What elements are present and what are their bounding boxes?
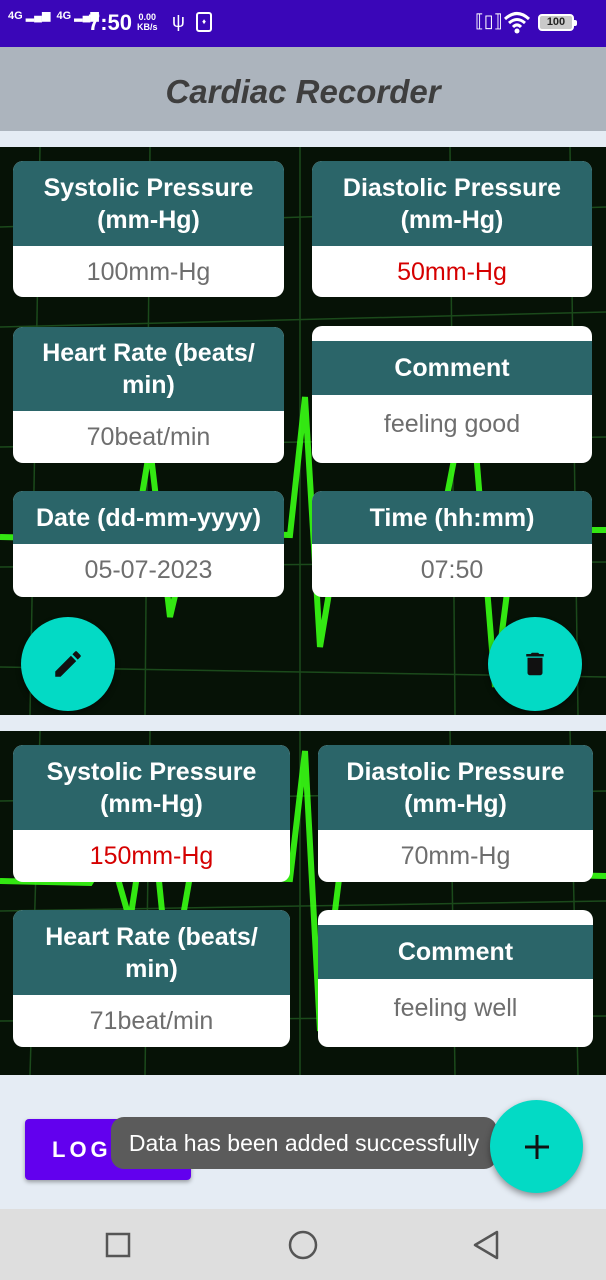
record-card-2[interactable]: Systolic Pressure (mm-Hg) 150mm-Hg Diast…: [0, 731, 606, 1075]
wifi-icon: [503, 12, 531, 34]
circle-icon: [288, 1230, 318, 1259]
signal-icon: ▂▄▆: [25, 10, 51, 22]
speed-value: 0.00: [138, 12, 157, 22]
network-type-2: 4G: [56, 10, 72, 22]
diastolic-value: 70mm-Hg: [400, 842, 511, 870]
time-value: 07:50: [420, 556, 484, 584]
systolic-card: Systolic Pressure (mm-Hg) 150mm-Hg: [13, 745, 290, 882]
back-button[interactable]: [446, 1209, 526, 1280]
comment-card: Comment feeling well: [318, 910, 593, 1047]
notification-app-icon: ♦: [196, 12, 212, 32]
status-time: 7:50: [88, 10, 133, 35]
date-card: Date (dd-mm-yyyy) 05-07-2023: [13, 491, 284, 597]
triangle-back-icon: [473, 1230, 499, 1259]
edit-button[interactable]: [21, 617, 115, 711]
system-nav-bar: [0, 1209, 606, 1280]
comment-label: Comment: [312, 341, 592, 395]
date-value: 05-07-2023: [84, 556, 213, 584]
heart-rate-card: Heart Rate (beats/ min) 71beat/min: [13, 910, 290, 1047]
speed-unit: KB/s: [137, 22, 158, 32]
plus-icon: [524, 1134, 549, 1159]
network-type-1: 4G: [8, 10, 23, 22]
time-card: Time (hh:mm) 07:50: [312, 491, 592, 597]
delete-button[interactable]: [488, 617, 582, 711]
network-speed: 0.00 KB/s: [137, 12, 158, 32]
comment-value: feeling well: [393, 994, 518, 1022]
diastolic-card: Diastolic Pressure (mm-Hg) 50mm-Hg: [312, 161, 592, 297]
app-bar: Cardiac Recorder: [0, 47, 606, 131]
systolic-value: 150mm-Hg: [89, 842, 214, 870]
systolic-label: Systolic Pressure (mm-Hg): [13, 161, 284, 246]
home-button[interactable]: [263, 1209, 343, 1280]
vibrate-icon: ⟦▯⟧: [475, 11, 503, 31]
heart-rate-label: Heart Rate (beats/ min): [13, 327, 284, 411]
comment-value: feeling good: [383, 410, 521, 438]
recents-button[interactable]: [78, 1209, 158, 1280]
trash-icon: [526, 652, 544, 676]
battery-indicator: 100: [538, 14, 577, 31]
record-card-1[interactable]: Systolic Pressure (mm-Hg) 100mm-Hg Diast…: [0, 147, 606, 715]
systolic-label: Systolic Pressure (mm-Hg): [13, 745, 290, 830]
status-bar: 4G ▂▄▆ 4G ▂▄▆ 7:50 0.00 KB/s ψ ♦ ⟦▯⟧ 100: [0, 0, 606, 47]
diastolic-value: 50mm-Hg: [397, 258, 507, 286]
app-title: Cardiac Recorder: [165, 73, 441, 110]
diastolic-card: Diastolic Pressure (mm-Hg) 70mm-Hg: [318, 745, 593, 882]
comment-label: Comment: [318, 925, 593, 979]
square-icon: [105, 1232, 131, 1257]
heart-rate-value: 71beat/min: [89, 1007, 214, 1035]
diastolic-label: Diastolic Pressure (mm-Hg): [318, 745, 593, 830]
date-label: Date (dd-mm-yyyy): [13, 491, 284, 544]
usb-icon: ψ: [172, 11, 185, 31]
comment-card-top: [318, 910, 593, 925]
heart-rate-card: Heart Rate (beats/ min) 70beat/min: [13, 327, 284, 463]
time-label: Time (hh:mm): [312, 491, 592, 544]
heart-rate-label: Heart Rate (beats/ min): [13, 910, 290, 995]
add-record-button[interactable]: [490, 1100, 583, 1193]
diastolic-label: Diastolic Pressure (mm-Hg): [312, 161, 592, 246]
pencil-icon: [55, 651, 81, 677]
comment-card-top: [312, 326, 592, 341]
toast-message: Data has been added successfully: [111, 1117, 497, 1169]
systolic-card: Systolic Pressure (mm-Hg) 100mm-Hg: [13, 161, 284, 297]
comment-card: Comment feeling good: [312, 326, 592, 463]
heart-rate-value: 70beat/min: [86, 423, 211, 451]
systolic-value: 100mm-Hg: [86, 258, 211, 286]
